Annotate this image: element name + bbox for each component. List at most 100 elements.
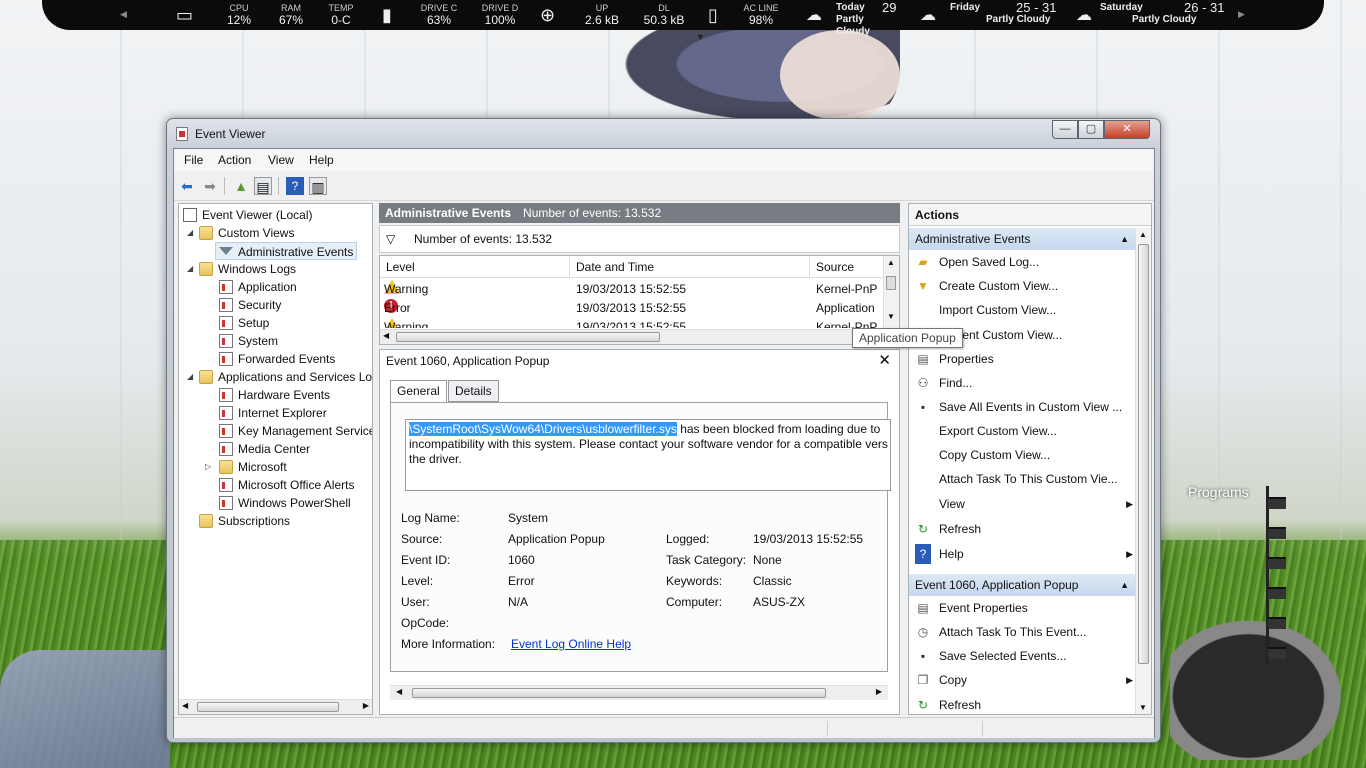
programs-label[interactable]: Programs bbox=[1188, 484, 1249, 500]
scroll-thumb[interactable] bbox=[412, 688, 826, 698]
collapse-arrow-icon[interactable]: ◢ bbox=[187, 228, 193, 237]
tree-item-windows-powershell[interactable]: Windows PowerShell bbox=[219, 494, 351, 512]
dock-item[interactable] bbox=[1268, 557, 1286, 569]
action-refresh-event[interactable]: ↻ Refresh bbox=[915, 695, 1133, 714]
table-row[interactable]: Warning 19/03/2013 15:52:55 Kernel-PnP bbox=[380, 280, 885, 299]
action-save-all-events[interactable]: ▪ Save All Events in Custom View ... bbox=[915, 397, 1133, 417]
dock-item[interactable] bbox=[1268, 647, 1286, 659]
show-hide-tree-icon[interactable]: ▤ bbox=[254, 177, 272, 195]
collapse-caret-icon[interactable]: ▲ bbox=[1120, 228, 1129, 250]
column-source[interactable]: Source bbox=[810, 256, 885, 278]
left-arrow-icon[interactable]: ◀ bbox=[120, 9, 127, 20]
dock-item[interactable] bbox=[1268, 617, 1286, 629]
action-save-selected-events[interactable]: ▪ Save Selected Events... bbox=[915, 646, 1133, 666]
scroll-left-icon[interactable]: ◀ bbox=[182, 701, 188, 710]
tree-item-setup[interactable]: Setup bbox=[219, 314, 269, 332]
tree-item-subscriptions[interactable]: Subscriptions bbox=[199, 512, 290, 530]
scroll-thumb[interactable] bbox=[197, 702, 339, 712]
action-export-custom-view[interactable]: Export Custom View... bbox=[915, 421, 1133, 441]
tree-horizontal-scrollbar[interactable]: ◀ ▶ bbox=[179, 699, 372, 714]
close-button[interactable]: ✕ bbox=[1104, 120, 1150, 139]
scroll-down-icon[interactable]: ▼ bbox=[1139, 703, 1147, 712]
scroll-down-icon[interactable]: ▼ bbox=[887, 312, 895, 321]
event-message[interactable]: \SystemRoot\SysWow64\Drivers\usblowerfil… bbox=[405, 419, 891, 491]
actions-section-event[interactable]: Event 1060, Application Popup ▲ bbox=[909, 574, 1137, 596]
back-arrow-icon[interactable]: ⬅ bbox=[178, 177, 196, 195]
tree-item-custom-views[interactable]: Custom Views bbox=[199, 224, 294, 242]
action-attach-task-event[interactable]: ◷ Attach Task To This Event... bbox=[915, 622, 1133, 642]
tree-item-application[interactable]: Application bbox=[219, 278, 297, 296]
tree-item-media-center[interactable]: Media Center bbox=[219, 440, 310, 458]
action-copy[interactable]: ❐ Copy ▶ bbox=[915, 670, 1133, 690]
grid-vertical-scrollbar[interactable]: ▲ ▼ bbox=[883, 256, 899, 328]
tree-item-administrative-events[interactable]: Administrative Events bbox=[215, 242, 358, 260]
table-row[interactable]: Warning 19/03/2013 15:52:55 Kernel-PnP bbox=[380, 318, 885, 328]
collapse-arrow-icon[interactable]: ◢ bbox=[187, 372, 193, 381]
maximize-button[interactable]: ▢ bbox=[1078, 120, 1104, 139]
menu-file[interactable]: File bbox=[184, 153, 203, 167]
scroll-right-icon[interactable]: ▶ bbox=[876, 687, 882, 696]
right-arrow-icon[interactable]: ▶ bbox=[1238, 9, 1245, 20]
dock-item[interactable] bbox=[1268, 497, 1286, 509]
menu-action[interactable]: Action bbox=[218, 153, 251, 167]
action-create-custom-view[interactable]: ▼ Create Custom View... bbox=[915, 276, 1133, 296]
tree-item-root[interactable]: Event Viewer (Local) bbox=[183, 206, 313, 224]
tab-details[interactable]: Details bbox=[448, 380, 499, 402]
title-bar[interactable]: Event Viewer — ▢ ✕ bbox=[167, 119, 1160, 147]
actions-vertical-scrollbar[interactable]: ▲ ▼ bbox=[1135, 228, 1151, 714]
action-view[interactable]: View ▶ bbox=[915, 494, 1133, 514]
action-import-custom-view[interactable]: Import Custom View... bbox=[915, 300, 1133, 320]
event-log-online-help-link[interactable]: Event Log Online Help bbox=[511, 637, 631, 651]
minimize-button[interactable]: — bbox=[1052, 120, 1078, 139]
table-row[interactable]: ! Error 19/03/2013 15:52:55 Application bbox=[380, 299, 885, 318]
dock-item[interactable] bbox=[1268, 527, 1286, 539]
action-refresh[interactable]: ↻ Refresh bbox=[915, 519, 1133, 539]
collapse-arrow-icon[interactable]: ◢ bbox=[187, 264, 193, 273]
close-icon[interactable]: ✕ bbox=[878, 351, 891, 369]
tree-item-security[interactable]: Security bbox=[219, 296, 281, 314]
tab-general[interactable]: General bbox=[390, 380, 447, 403]
log-name-label: Log Name: bbox=[401, 511, 460, 525]
action-properties[interactable]: ▤ Properties bbox=[915, 349, 1133, 369]
scroll-up-icon[interactable]: ▲ bbox=[887, 258, 895, 267]
tree-item-key-management-service[interactable]: Key Management Service bbox=[219, 422, 372, 440]
scroll-up-icon[interactable]: ▲ bbox=[1139, 230, 1147, 239]
help-icon[interactable]: ? bbox=[286, 177, 304, 195]
column-date-time[interactable]: Date and Time bbox=[570, 256, 810, 278]
tree-item-hardware-events[interactable]: Hardware Events bbox=[219, 386, 330, 404]
tree-item-applications-and-services[interactable]: Applications and Services Lo bbox=[199, 368, 372, 386]
action-copy-custom-view[interactable]: Copy Custom View... bbox=[915, 445, 1133, 465]
tree-item-windows-logs[interactable]: Windows Logs bbox=[199, 260, 296, 278]
forward-arrow-icon[interactable]: ➡ bbox=[201, 177, 219, 195]
scroll-left-icon[interactable]: ◀ bbox=[396, 687, 402, 696]
tree-item-forwarded-events[interactable]: Forwarded Events bbox=[219, 350, 335, 368]
tree-item-internet-explorer[interactable]: Internet Explorer bbox=[219, 404, 327, 422]
task-category-value: None bbox=[753, 553, 782, 567]
expand-arrow-icon[interactable]: ▷ bbox=[205, 462, 211, 471]
menu-view[interactable]: View bbox=[268, 153, 294, 167]
collapse-caret-icon[interactable]: ▲ bbox=[1120, 574, 1129, 596]
grid-horizontal-scrollbar[interactable]: ◀ bbox=[380, 329, 899, 344]
up-folder-icon[interactable]: ▲ bbox=[232, 177, 250, 195]
action-open-saved-log[interactable]: ▰ Open Saved Log... bbox=[915, 252, 1133, 272]
action-attach-task-custom-view[interactable]: Attach Task To This Custom Vie... bbox=[915, 469, 1133, 489]
detail-horizontal-scrollbar[interactable]: ◀ ▶ bbox=[390, 685, 888, 700]
scroll-left-icon[interactable]: ◀ bbox=[383, 331, 389, 340]
scroll-thumb[interactable] bbox=[1138, 244, 1149, 664]
actions-section-administrative-events[interactable]: Administrative Events ▲ bbox=[909, 228, 1137, 250]
scroll-thumb[interactable] bbox=[886, 276, 896, 290]
tree-item-microsoft[interactable]: Microsoft bbox=[219, 458, 287, 476]
action-event-properties[interactable]: ▤ Event Properties bbox=[915, 598, 1133, 618]
show-hide-actions-icon[interactable]: ▥ bbox=[309, 177, 327, 195]
menu-help[interactable]: Help bbox=[309, 153, 334, 167]
action-find[interactable]: ⚇ Find... bbox=[915, 373, 1133, 393]
down-arrow-icon[interactable]: ▼ bbox=[696, 32, 705, 42]
column-level[interactable]: Level bbox=[380, 256, 570, 278]
action-help[interactable]: ? Help ▶ bbox=[915, 544, 1133, 564]
scroll-right-icon[interactable]: ▶ bbox=[363, 701, 369, 710]
more-info-label: More Information: bbox=[401, 637, 496, 651]
scroll-thumb[interactable] bbox=[396, 332, 660, 342]
tree-item-system[interactable]: System bbox=[219, 332, 278, 350]
dock-item[interactable] bbox=[1268, 587, 1286, 599]
tree-item-microsoft-office-alerts[interactable]: Microsoft Office Alerts bbox=[219, 476, 354, 494]
